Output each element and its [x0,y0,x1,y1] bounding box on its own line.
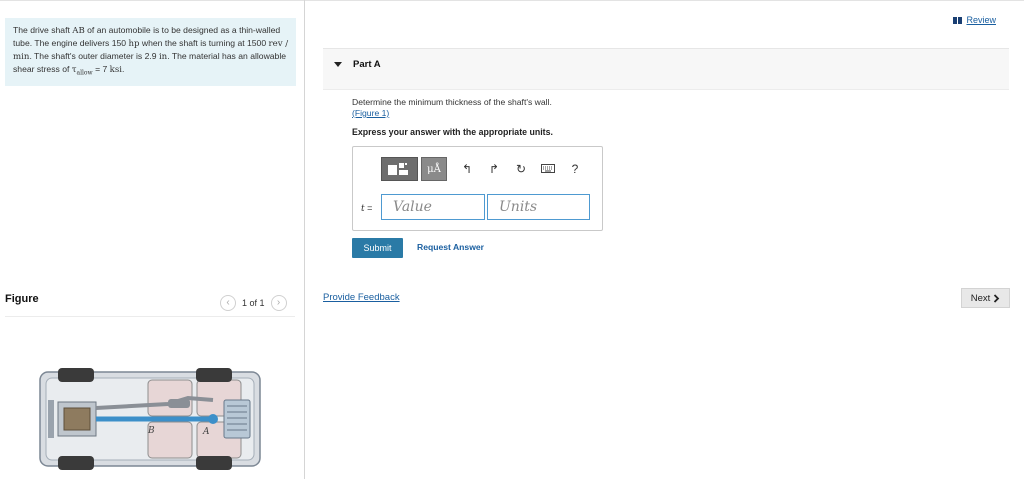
wheel-front-left [196,368,232,382]
review-icon [953,16,963,24]
caret-down-icon [334,62,342,67]
answer-instruction: Express your answer with the appropriate… [352,127,553,137]
submit-button[interactable]: Submit [352,238,403,258]
problem-statement: The drive shaft AB of an automobile is t… [5,18,296,86]
left-pane: The drive shaft AB of an automobile is t… [0,0,304,479]
differential [63,407,91,431]
review-link[interactable]: Review [953,15,996,25]
units-input[interactable] [487,194,590,220]
question-prompt: Determine the minimum thickness of the s… [352,97,552,107]
redo-icon[interactable]: ↱ [487,162,501,176]
question-text: Determine the minimum thickness of the s… [352,97,552,119]
value-input[interactable] [381,194,485,220]
provide-feedback-link[interactable]: Provide Feedback [323,292,400,303]
part-a-header[interactable]: Part A [323,48,1009,90]
chevron-right-icon[interactable]: › [270,295,287,311]
wheel-rear-right [58,456,94,470]
figure-pager: ‹ 1 of 1 › [220,295,287,311]
undo-icon[interactable]: ↰ [460,162,474,176]
request-answer-link[interactable]: Request Answer [417,242,484,252]
chevron-left-icon[interactable]: ‹ [220,295,236,311]
problem-math: ksi [109,65,123,75]
units-button[interactable]: μÅ [421,157,447,181]
templates-icon[interactable] [381,157,418,181]
help-icon[interactable]: ? [568,162,582,176]
answer-box: μÅ ↰ ↱ ↻ ? t = [352,146,603,231]
keyboard-icon[interactable] [541,162,555,176]
figure-title: Figure [5,293,39,305]
next-label: Next [970,292,991,304]
problem-text: . [122,64,125,74]
wheel-rear-left [58,368,94,382]
wheel-front-right [196,456,232,470]
review-label: Review [966,15,996,25]
problem-text: when the shaft is turning at 1500 [139,38,269,48]
figure-divider [5,316,295,317]
problem-math: in [158,52,168,62]
problem-math: allow [76,69,93,77]
shaft-joint-a [208,414,218,424]
problem-text: . The shaft's outer diameter is 2.9 [29,51,159,61]
reset-icon[interactable]: ↻ [514,162,528,176]
label-b: B [147,426,155,436]
next-button[interactable]: Next [961,288,1010,308]
answer-toolbar: μÅ ↰ ↱ ↻ ? [381,157,582,181]
muffler [168,399,190,408]
label-a: A [202,427,210,437]
car-drive-shaft-figure: B A [39,368,261,470]
chevron-right-icon [994,293,1000,303]
problem-text: = 7 [92,64,110,74]
figure-link[interactable]: (Figure 1) [352,108,389,118]
answer-equals: = [364,203,373,213]
problem-math: hp [128,39,140,49]
part-title: Part A [353,59,381,70]
problem-text: The drive shaft [13,25,73,35]
rear-bumper [48,400,54,438]
problem-math: AB [72,26,85,36]
pane-divider [304,0,305,479]
figure-page-count: 1 of 1 [242,298,265,308]
answer-variable: t = [361,203,372,214]
